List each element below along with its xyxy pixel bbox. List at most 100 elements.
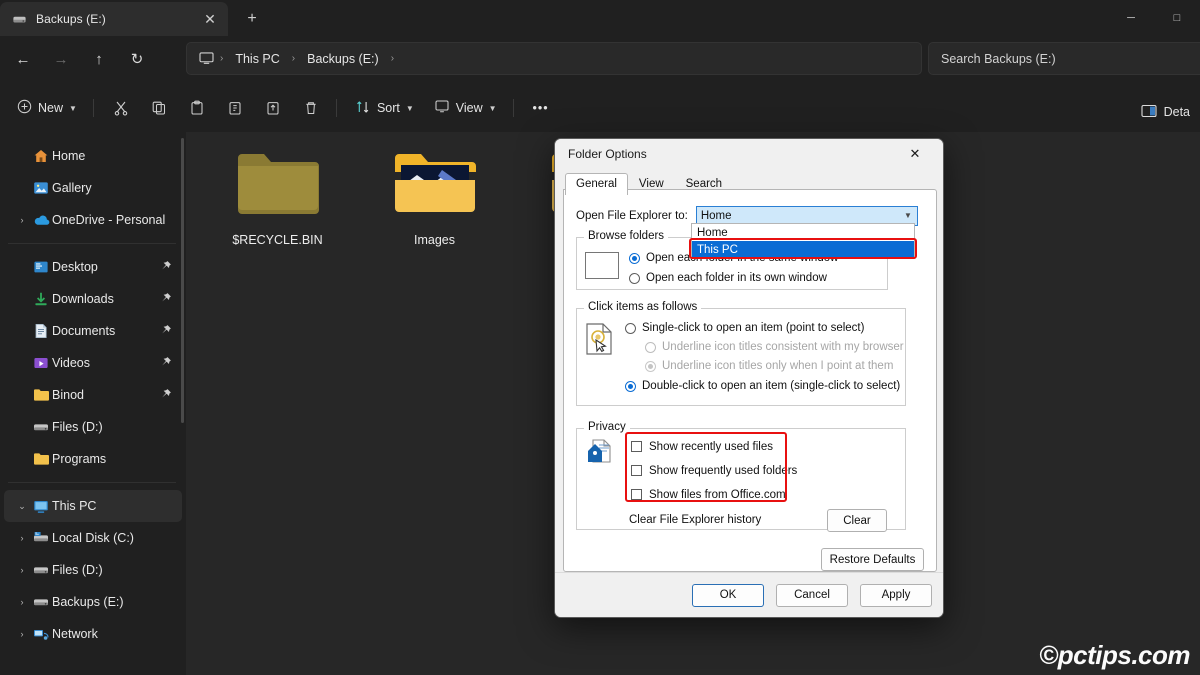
command-bar: New ▼ Sort ▼ (0, 86, 1200, 130)
chevron-right-icon[interactable]: › (14, 533, 30, 543)
click-items-option-underline-point: Underline icon titles only when I point … (645, 357, 893, 375)
sidebar-item-label: Documents (52, 324, 115, 338)
open-file-explorer-dropdown[interactable]: Home This PC (691, 223, 915, 259)
pc-icon (197, 51, 215, 67)
chevron-down-icon: ▼ (904, 211, 912, 220)
sidebar-item-label: Network (52, 627, 98, 641)
ok-button[interactable]: OK (692, 584, 764, 607)
maximize-button[interactable]: □ (1154, 0, 1200, 36)
documents-icon (30, 323, 52, 339)
privacy-checkbox-frequent-folders[interactable]: Show frequently used folders (631, 461, 797, 480)
more-options-button[interactable]: ••• (523, 92, 559, 124)
close-icon[interactable]: ✕ (897, 140, 933, 169)
new-button-label: New (38, 101, 63, 115)
copy-icon[interactable] (141, 92, 177, 124)
home-icon (30, 148, 52, 164)
refresh-button[interactable]: ↻ (120, 43, 154, 75)
dropdown-option-this-pc[interactable]: This PC (692, 241, 914, 258)
sidebar-item-home[interactable]: Home (4, 140, 182, 172)
paste-icon[interactable] (179, 92, 215, 124)
breadcrumb-separator-trailing[interactable]: › (388, 53, 397, 64)
chevron-right-icon[interactable]: › (14, 565, 30, 575)
sidebar-item-gallery[interactable]: Gallery (4, 172, 182, 204)
tab-general[interactable]: General (565, 173, 628, 195)
dropdown-option-home[interactable]: Home (692, 224, 914, 241)
sort-button[interactable]: Sort ▼ (346, 92, 423, 124)
chevron-right-icon[interactable]: ⌄ (14, 501, 30, 512)
breadcrumb-item-this-pc[interactable]: This PC (228, 49, 286, 69)
radio-label: Underline icon titles consistent with my… (662, 341, 904, 353)
privacy-documents-icon (587, 439, 617, 467)
pin-icon[interactable] (159, 260, 172, 273)
view-button-label: View (456, 101, 483, 115)
sidebar-item-files-d[interactable]: ›Files (D:) (4, 554, 182, 586)
cut-icon[interactable] (103, 92, 139, 124)
browser-tab-backups[interactable]: Backups (E:) ✕ (0, 2, 228, 36)
click-items-option-double-click[interactable]: Double-click to open an item (single-cli… (625, 377, 900, 395)
details-pane-icon (1141, 104, 1157, 121)
breadcrumb[interactable]: › This PC › Backups (E:) › (186, 42, 922, 75)
sidebar-item-programs[interactable]: Programs (4, 443, 182, 475)
sidebar-item-files-d[interactable]: Files (D:) (4, 411, 182, 443)
forward-button[interactable]: → (44, 43, 78, 75)
folder-item[interactable]: Images (377, 146, 492, 247)
folder-icon (30, 452, 52, 466)
sidebar-item-network[interactable]: › Network (4, 618, 182, 650)
delete-icon[interactable] (293, 92, 329, 124)
drive-icon (12, 12, 27, 27)
sidebar-item-desktop[interactable]: Desktop (4, 251, 182, 283)
dialog-general-panel: Open File Explorer to: Home ▼ Browse fol… (563, 189, 937, 572)
sort-button-label: Sort (377, 101, 400, 115)
clear-button[interactable]: Clear (827, 509, 887, 532)
folder-options-dialog[interactable]: Folder Options ✕ General View Search Ope… (554, 138, 944, 618)
browse-folders-option-own-window[interactable]: Open each folder in its own window (629, 269, 827, 287)
sidebar-item-documents[interactable]: Documents (4, 315, 182, 347)
pin-icon[interactable] (159, 292, 172, 305)
sidebar-item-this-pc[interactable]: ⌄This PC (4, 490, 182, 522)
up-button[interactable]: ↑ (82, 43, 116, 75)
click-items-option-single-click[interactable]: Single-click to open an item (point to s… (625, 319, 864, 337)
pin-icon[interactable] (159, 356, 172, 369)
new-button[interactable]: New ▼ (8, 92, 86, 124)
radio-label: Single-click to open an item (point to s… (642, 322, 864, 334)
plus-circle-icon (17, 99, 32, 117)
apply-button[interactable]: Apply (860, 584, 932, 607)
chevron-right-icon[interactable]: › (14, 597, 30, 607)
radio-label: Underline icon titles only when I point … (662, 360, 893, 372)
sidebar-item-onedrive-personal[interactable]: ›OneDrive - Personal (4, 204, 182, 236)
sidebar-scrollbar[interactable] (181, 138, 184, 423)
sidebar-item-downloads[interactable]: Downloads (4, 283, 182, 315)
privacy-checkbox-recent-files[interactable]: Show recently used files (631, 437, 797, 456)
view-button[interactable]: View ▼ (425, 92, 506, 124)
sort-icon (355, 99, 371, 118)
restore-defaults-button[interactable]: Restore Defaults (821, 548, 924, 571)
chevron-right-icon[interactable]: › (14, 215, 30, 225)
navigation-pane[interactable]: HomeGallery›OneDrive - PersonalDesktopDo… (0, 132, 186, 675)
rename-icon[interactable] (217, 92, 253, 124)
sidebar-item-binod[interactable]: Binod (4, 379, 182, 411)
chevron-right-icon[interactable]: › (14, 629, 30, 639)
chevron-down-icon: ▼ (69, 104, 77, 113)
new-tab-button[interactable]: + (238, 7, 266, 31)
sidebar-item-label: Home (52, 149, 85, 163)
dialog-title-bar: Folder Options ✕ (555, 139, 943, 169)
sidebar-item-local-disk-c[interactable]: ›Local Disk (C:) (4, 522, 182, 554)
cancel-button[interactable]: Cancel (776, 584, 848, 607)
gallery-icon (30, 180, 52, 196)
back-button[interactable]: ← (6, 43, 40, 75)
search-input[interactable]: Search Backups (E:) (928, 42, 1200, 75)
details-pane-label: Deta (1164, 105, 1190, 119)
breadcrumb-item-backups[interactable]: Backups (E:) (300, 49, 386, 69)
details-pane-button[interactable]: Deta (1131, 96, 1200, 128)
folder-item[interactable]: $RECYCLE.BIN (220, 146, 335, 247)
pin-icon[interactable] (159, 388, 172, 401)
system-drive-icon (30, 531, 52, 545)
checkbox-label: Show files from Office.com (649, 489, 786, 501)
sidebar-item-videos[interactable]: Videos (4, 347, 182, 379)
share-icon[interactable] (255, 92, 291, 124)
close-icon[interactable]: ✕ (200, 9, 220, 29)
privacy-checkbox-office-files[interactable]: Show files from Office.com (631, 485, 797, 504)
sidebar-item-backups-e[interactable]: ›Backups (E:) (4, 586, 182, 618)
pin-icon[interactable] (159, 324, 172, 337)
minimize-button[interactable]: ─ (1108, 0, 1154, 36)
